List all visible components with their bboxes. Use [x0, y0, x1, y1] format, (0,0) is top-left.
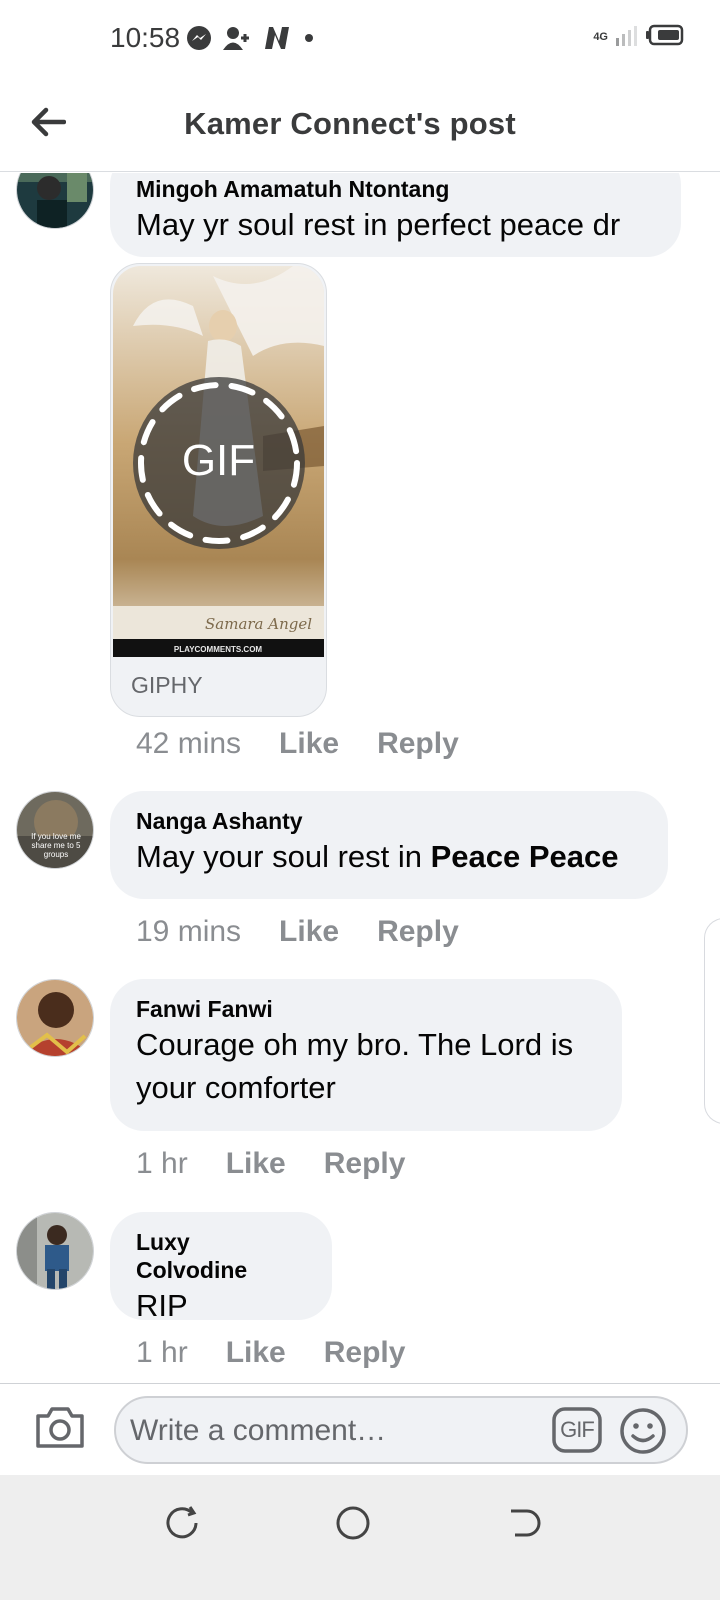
gif-button-label: GIF — [560, 1417, 595, 1442]
comment-time: 1 hr — [136, 1147, 188, 1180]
gif-button[interactable]: GIF — [552, 1406, 602, 1454]
comment-text-line2: your comforter — [136, 1070, 336, 1105]
reply-button[interactable]: Reply — [324, 1336, 406, 1370]
signal-icon — [614, 22, 640, 53]
comment-meta: 1 hr Like Reply — [136, 1147, 405, 1181]
comment-author[interactable]: Luxy Colvodine — [136, 1228, 306, 1284]
comment-meta: 42 mins Like Reply — [136, 727, 459, 761]
comment-input-placeholder: Write a comment… — [130, 1414, 387, 1447]
n-app-icon — [262, 25, 292, 56]
like-button[interactable]: Like — [279, 727, 339, 761]
messenger-icon — [186, 25, 212, 56]
back-nav-button[interactable] — [505, 1503, 545, 1543]
post-header: Kamer Connect's post — [0, 80, 720, 172]
comment-text: May yr soul rest in perfect peace dr — [136, 207, 621, 242]
network-label: 4G — [593, 31, 608, 43]
comment-bubble[interactable]: Mingoh Amamatuh Ntontang May yr soul res… — [110, 173, 681, 257]
emoji-button[interactable] — [618, 1406, 668, 1456]
comment-author[interactable]: Nanga Ashanty — [136, 807, 642, 835]
comment-input[interactable]: Write a comment… GIF — [114, 1396, 688, 1464]
home-circle-icon — [333, 1506, 373, 1547]
home-button[interactable] — [333, 1503, 373, 1543]
smiley-icon — [618, 1408, 668, 1460]
comment-author[interactable]: Mingoh Amamatuh Ntontang — [136, 175, 655, 203]
comment-text: RIP — [136, 1288, 188, 1323]
gif-source-label: GIPHY — [131, 672, 203, 698]
reply-button[interactable]: Reply — [324, 1147, 406, 1181]
avatar[interactable]: If you love me share me to 5 groups — [16, 791, 94, 869]
status-bar: 10:58 4G — [0, 0, 720, 80]
page-title: Kamer Connect's post — [184, 106, 516, 141]
comment-text-line1: Courage oh my bro. The Lord is — [136, 1027, 574, 1062]
recents-button[interactable] — [162, 1503, 202, 1543]
comment-bubble[interactable]: Fanwi Fanwi Courage oh my bro. The Lord … — [110, 979, 622, 1131]
reply-button[interactable]: Reply — [377, 915, 459, 949]
comments-list: Mingoh Amamatuh Ntontang May yr soul res… — [0, 173, 720, 1383]
comment-time: 19 mins — [136, 915, 242, 948]
comment-time: 42 mins — [136, 727, 242, 760]
battery-icon — [646, 24, 684, 51]
comment-meta: 19 mins Like Reply — [136, 915, 459, 949]
gif-badge[interactable]: GIF — [113, 436, 324, 486]
back-nav-icon — [505, 1509, 545, 1547]
reply-button[interactable]: Reply — [377, 727, 459, 761]
avatar[interactable] — [16, 979, 94, 1057]
avatar-overlay-text: If you love me share me to 5 groups — [31, 832, 81, 859]
like-button[interactable]: Like — [279, 915, 339, 949]
comment-text: May your soul rest in Peace Peace — [136, 839, 619, 874]
comment-composer: Write a comment… GIF — [0, 1383, 720, 1475]
system-nav-bar — [0, 1475, 720, 1600]
dot-icon — [302, 31, 316, 50]
comment-author[interactable]: Fanwi Fanwi — [136, 995, 596, 1023]
add-friend-icon — [222, 25, 252, 56]
comment-text-bold: Peace Peace — [430, 839, 619, 874]
camera-icon — [34, 1407, 86, 1454]
gif-image[interactable]: Samara Angel PLAYCOMMENTS.COM GIF — [113, 266, 324, 657]
comment-meta: 1 hr Like Reply — [136, 1336, 405, 1370]
comment-time: 1 hr — [136, 1336, 188, 1369]
gif-image-footer: PLAYCOMMENTS.COM — [174, 645, 262, 654]
recents-icon — [162, 1506, 202, 1547]
camera-button[interactable] — [34, 1404, 86, 1452]
comment-bubble[interactable]: Luxy Colvodine RIP — [110, 1212, 332, 1323]
like-button[interactable]: Like — [226, 1336, 286, 1370]
avatar[interactable] — [16, 173, 94, 229]
gif-image-caption: Samara Angel — [205, 615, 312, 633]
edge-panel-handle[interactable] — [704, 918, 720, 1124]
gif-attachment[interactable]: Samara Angel PLAYCOMMENTS.COM GIF GIPHY — [110, 263, 327, 717]
like-button[interactable]: Like — [226, 1147, 286, 1181]
avatar[interactable] — [16, 1212, 94, 1290]
comment-bubble[interactable]: Nanga Ashanty May your soul rest in Peac… — [110, 791, 668, 899]
status-time: 10:58 — [110, 22, 181, 53]
